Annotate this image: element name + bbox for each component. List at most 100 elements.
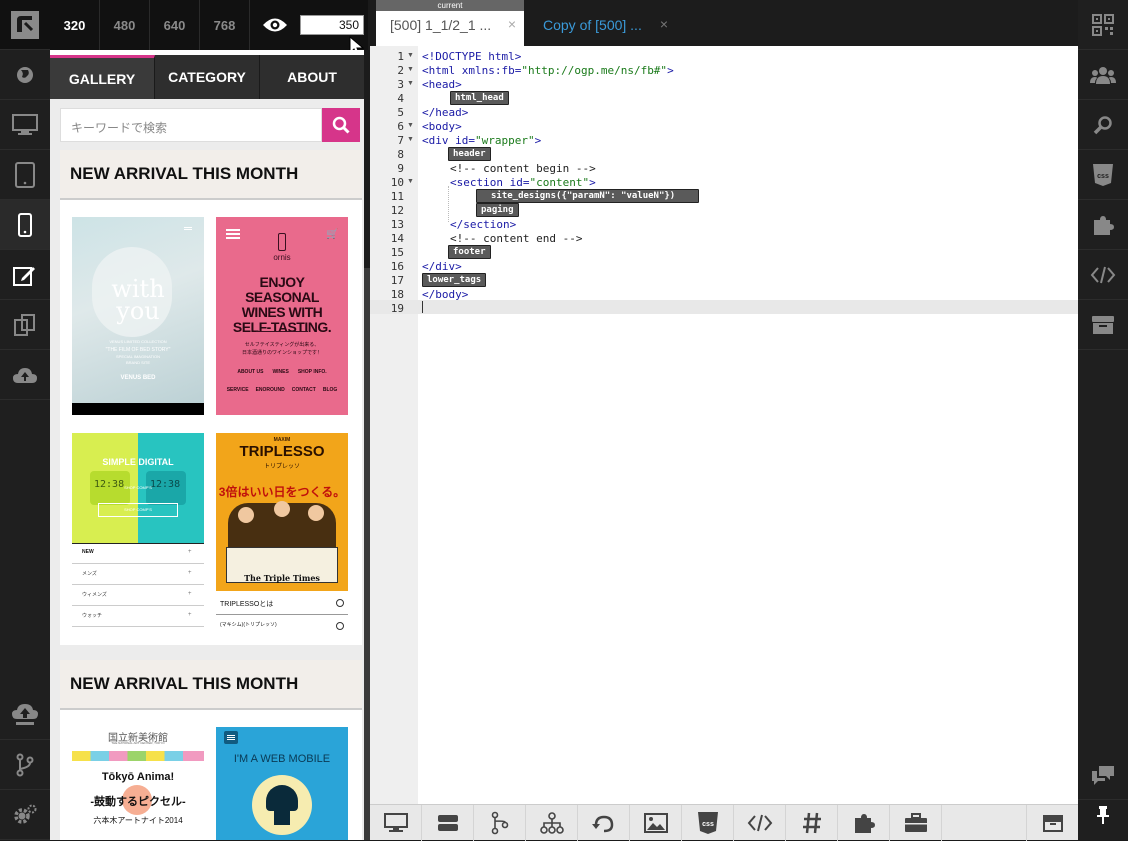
layout-rows-icon[interactable] — [422, 805, 474, 841]
viewport-toolbar: 320 480 640 768 — [50, 0, 368, 50]
viewport-640-button[interactable]: 640 — [150, 0, 200, 50]
line-number: 14 — [390, 232, 404, 245]
site-search-input[interactable]: キーワードで検索 — [60, 108, 322, 142]
briefcase-icon[interactable] — [890, 805, 942, 841]
line-number: 17 — [390, 274, 404, 287]
search-icon — [332, 116, 350, 134]
block-pill-paging[interactable]: paging — [476, 203, 519, 217]
nav-about[interactable]: ABOUT — [260, 55, 364, 99]
nact-logo-sub: THE NATIONAL ART CENTER, TOKYO — [111, 741, 165, 745]
nav-category[interactable]: CATEGORY — [155, 55, 260, 99]
line-number: 12 — [390, 204, 404, 217]
line-number: 3 — [397, 78, 404, 91]
sitemap-icon[interactable] — [526, 805, 578, 841]
nav-gallery[interactable]: GALLERY — [50, 55, 155, 99]
tablet-icon[interactable] — [0, 150, 50, 200]
section-title: NEW ARRIVAL THIS MONTH — [60, 660, 362, 710]
eye-icon[interactable] — [250, 0, 300, 50]
editor-tab-current[interactable]: [500] 1_1/2_1 ... × current — [376, 0, 524, 46]
ornis-link: WINES — [272, 369, 289, 375]
line-number: 4 — [397, 92, 404, 105]
fold-arrow-icon[interactable]: ▼ — [407, 178, 414, 185]
close-icon[interactable]: × — [508, 16, 516, 32]
puzzle-icon[interactable] — [838, 805, 890, 841]
desktop-view-icon[interactable] — [370, 805, 422, 841]
site-search-button[interactable] — [322, 108, 360, 142]
publish-icon[interactable] — [0, 690, 50, 740]
viewport-320-button[interactable]: 320 — [50, 0, 100, 50]
digital-menu-item: ウォッチ — [82, 613, 103, 619]
block-pill-header[interactable]: header — [448, 147, 491, 161]
gallery-section: NEW ARRIVAL THIS MONTH 国立新美術館 THE NATION… — [60, 660, 362, 840]
thumb-brand: VENUS BED — [120, 375, 156, 381]
branch-tree-icon[interactable] — [474, 805, 526, 841]
viewport-480-button[interactable]: 480 — [100, 0, 150, 50]
thumb-web-mobile[interactable]: I'M A WEB MOBILE — [216, 727, 348, 840]
line-number: 7 — [397, 134, 404, 147]
copy-icon[interactable] — [0, 300, 50, 350]
app-logo-icon[interactable] — [0, 0, 50, 50]
line-number: 1 — [397, 50, 404, 63]
globe-icon[interactable] — [0, 50, 50, 100]
line-number: 6 — [397, 120, 404, 133]
editor-tab-copy[interactable]: Copy of [500] ... × — [530, 4, 678, 46]
ornis-headline: ENJOY SEASONAL WINES WITH SELF-TASTING. — [232, 274, 332, 335]
code-line: <div id="wrapper"> — [422, 134, 542, 147]
cloud-upload-icon[interactable] — [0, 350, 50, 400]
block-pill-lower-tags[interactable]: lower_tags — [422, 273, 487, 287]
css-icon[interactable]: css — [1078, 150, 1128, 200]
edit-icon[interactable] — [0, 250, 50, 300]
pin-icon[interactable] — [1078, 790, 1128, 840]
css-icon[interactable]: css — [682, 805, 734, 841]
site-nav: GALLERY CATEGORY ABOUT — [50, 55, 364, 99]
digital-title: SIMPLE DIGITAL — [102, 457, 174, 467]
ornis-link: SHOP INFO. — [297, 369, 327, 375]
code-icon[interactable] — [734, 805, 786, 841]
archive-box-icon[interactable] — [1078, 300, 1128, 350]
qr-code-icon[interactable] — [1078, 0, 1128, 50]
close-icon[interactable]: × — [660, 16, 668, 32]
thumb-with-you[interactable]: with you VENUS LIMITED COLLECTION "THE F… — [72, 217, 204, 415]
users-group-icon[interactable] — [1078, 50, 1128, 100]
thumb-ornis[interactable]: 🛒 ornis ENJOY SEASONAL WINES WITH SELF-T… — [216, 217, 348, 415]
digital-button: SHOP COMP'S — [124, 485, 152, 490]
fold-arrow-icon[interactable]: ▼ — [407, 52, 414, 59]
hash-icon[interactable] — [786, 805, 838, 841]
block-pill-footer[interactable]: footer — [448, 245, 491, 259]
code-line: <!DOCTYPE html> — [422, 50, 522, 63]
code-editor[interactable]: 1 2 3 4 5 6 7 8 9 10 11 12 13 14 15 16 17 18 19 ▼ ▼ ▼ ▼ ▼ … — [370, 46, 1078, 804]
block-pill-site-designs[interactable]: site_designs({"paramN": "valueN"}) — [476, 189, 699, 203]
git-branch-icon[interactable] — [0, 740, 50, 790]
line-number: 15 — [390, 246, 404, 259]
block-pill-html-head[interactable]: html_head — [450, 91, 509, 105]
viewport-768-button[interactable]: 768 — [200, 0, 250, 50]
line-number: 9 — [397, 162, 404, 175]
thumb-tokyo-anima[interactable]: 国立新美術館 THE NATIONAL ART CENTER, TOKYO Tō… — [72, 727, 204, 840]
archive-box-icon[interactable] — [1026, 805, 1078, 841]
active-line-highlight — [370, 300, 1078, 314]
fold-arrow-icon[interactable]: ▼ — [407, 122, 414, 129]
fold-arrow-icon[interactable]: ▼ — [407, 66, 414, 73]
desktop-icon[interactable] — [0, 100, 50, 150]
thumb-triplesso[interactable]: MAXIM TRIPLESSO トリプレッソ 3倍はいい日をつくる。 The T… — [216, 433, 348, 633]
fold-arrow-icon[interactable]: ▼ — [407, 80, 414, 87]
mobile-preview: GALLERY CATEGORY ABOUT キーワードで検索 NEW ARRI… — [50, 50, 364, 840]
image-icon[interactable] — [630, 805, 682, 841]
fold-arrow-icon[interactable]: ▼ — [407, 136, 414, 143]
code-icon[interactable] — [1078, 250, 1128, 300]
puzzle-icon[interactable] — [1078, 200, 1128, 250]
ornis-sub: 日本酒通りのワインショップです！ — [241, 350, 322, 356]
digital-menu-item: ウィメンズ — [82, 592, 107, 598]
thumb-simple-digital[interactable]: 12:38 12:38 SIMPLE DIGITAL SHOP COMP'S S… — [72, 433, 204, 633]
samurai-illustration-icon — [252, 775, 312, 835]
viewport-width-input[interactable] — [300, 15, 364, 35]
triplesso-tagline: 3倍はいい日をつくる。 — [218, 485, 346, 499]
text-cursor — [422, 301, 423, 313]
smartphone-icon[interactable] — [0, 200, 50, 250]
code-line: </section> — [450, 218, 517, 231]
line-number: 10 — [390, 176, 404, 189]
loop-icon[interactable] — [578, 805, 630, 841]
settings-gear-icon[interactable] — [0, 790, 50, 840]
search-icon[interactable] — [1078, 100, 1128, 150]
line-number: 11 — [390, 190, 404, 203]
